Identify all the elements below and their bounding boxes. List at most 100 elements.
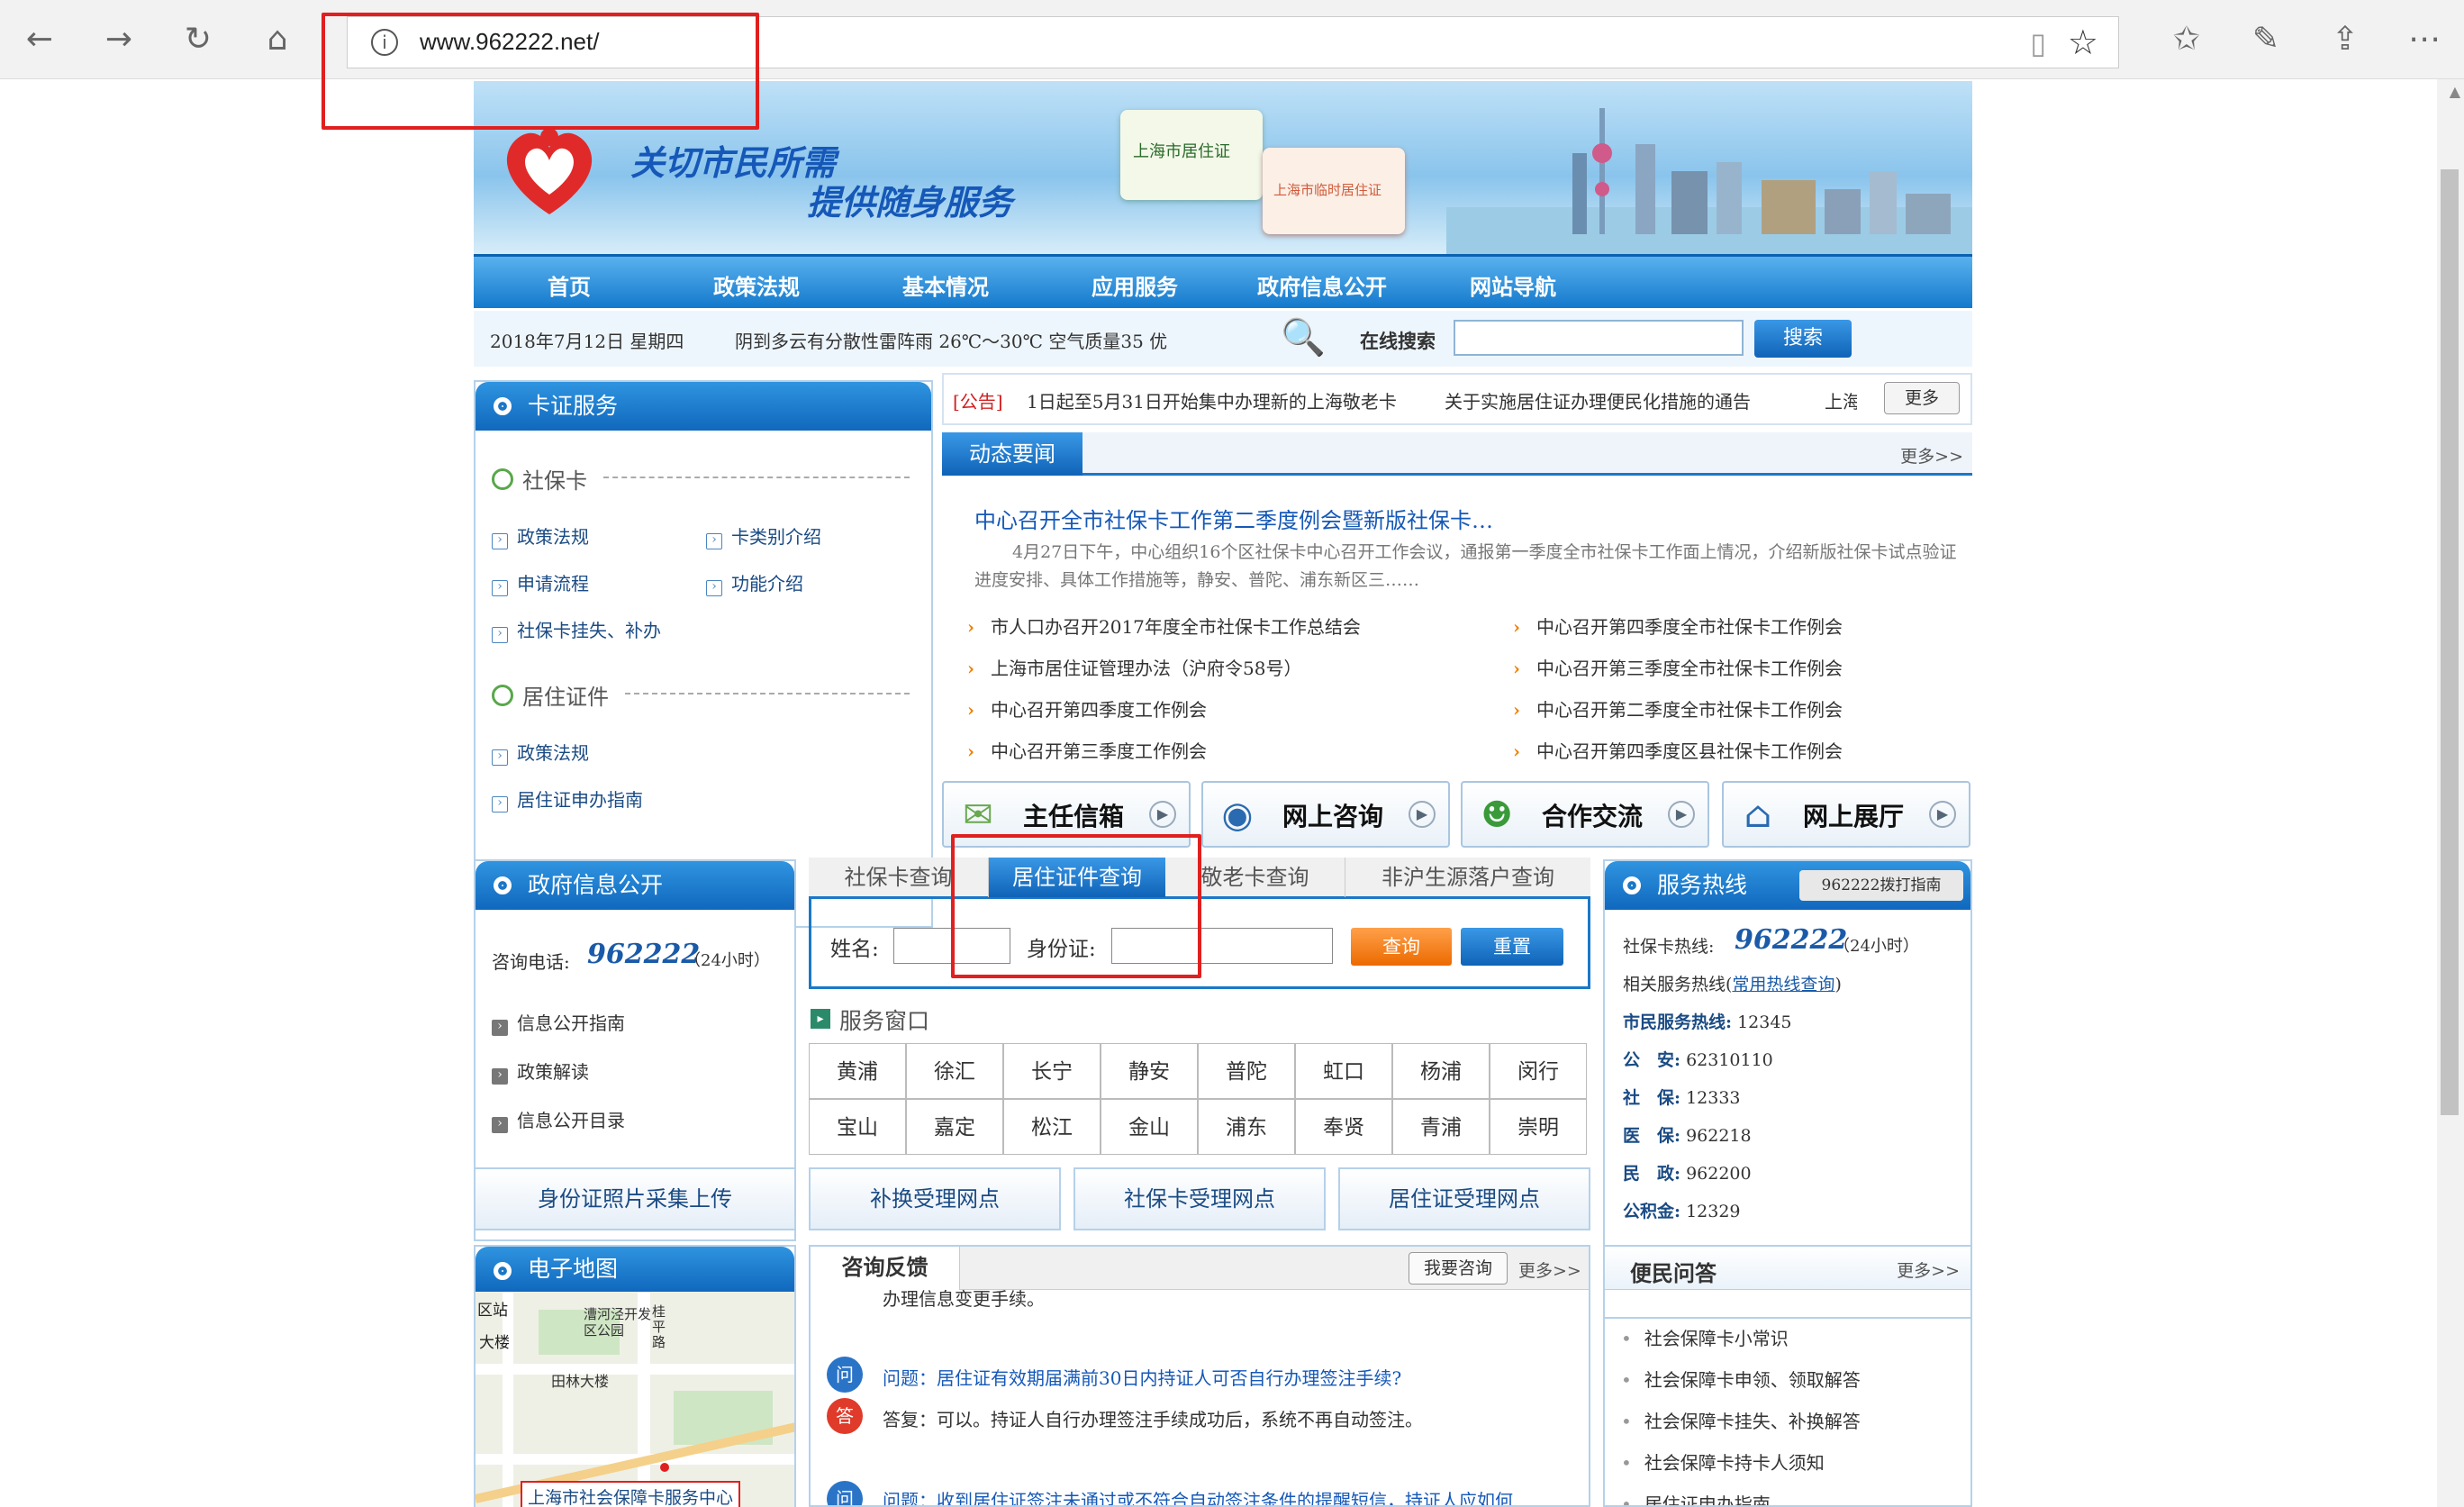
reading-view-icon[interactable]: ▯ (2030, 26, 2046, 60)
news-item[interactable]: 上海市居住证管理办法（沪府令58号） (967, 654, 1301, 680)
faq-item[interactable]: 社会保障卡挂失、补换解答 (1621, 1407, 1861, 1433)
nav-home[interactable]: 首页 (548, 269, 591, 301)
pen-icon[interactable]: ✎ (2241, 14, 2291, 65)
district-button[interactable]: 杨浦 (1392, 1043, 1490, 1099)
news-item[interactable]: 市人口办召开2017年度全市社保卡工作总结会 (967, 613, 1361, 639)
map-label: 桂平路 (652, 1303, 666, 1350)
news-headline[interactable]: 中心召开全市社保卡工作第二季度例会暨新版社保卡… (974, 503, 1493, 534)
news-item[interactable]: 中心召开第三季度工作例会 (967, 737, 1207, 763)
gov-info-header: 政府信息公开 (476, 861, 794, 910)
hotline-row: 市民服务热线: 12345 (1623, 1009, 1792, 1033)
id-photo-upload-button[interactable]: 身份证照片采集上传 (474, 1167, 796, 1230)
district-button[interactable]: 静安 (1101, 1043, 1198, 1099)
hotline-value: 962200 (1686, 1164, 1752, 1184)
info-guide-link[interactable]: 信息公开指南 (492, 1009, 625, 1036)
residence-outlets-button[interactable]: 居住证受理网点 (1338, 1167, 1590, 1230)
consult-tab[interactable]: 咨询反馈 (811, 1247, 960, 1290)
scrollbar-thumb[interactable] (2441, 169, 2459, 1115)
district-button[interactable]: 崇明 (1490, 1099, 1587, 1155)
faq-item[interactable]: 社会保障卡申领、领取解答 (1621, 1366, 1861, 1392)
nav-app-service[interactable]: 应用服务 (1092, 269, 1178, 301)
arrow-right-icon: ▶ (1668, 801, 1695, 828)
district-button[interactable]: 徐汇 (906, 1043, 1003, 1099)
site-search-button[interactable]: 搜索 (1754, 320, 1852, 358)
map-header: 电子地图 (476, 1247, 794, 1292)
news-item[interactable]: 中心召开第四季度全市社保卡工作例会 (1513, 613, 1843, 639)
hotline-guide-button[interactable]: 962222拨打指南 (1799, 870, 1963, 901)
faq-item[interactable]: 社会保障卡小常识 (1621, 1324, 1789, 1350)
question-text[interactable]: 问题：居住证有效期届满前30日内持证人可否自行办理签注手续? (883, 1364, 1401, 1390)
temp-residence-card-image: 上海市临时居住证 (1263, 148, 1405, 234)
favorites-list-icon[interactable]: ✩ (2161, 14, 2212, 65)
service-center-marker[interactable]: 上海市社会保障卡服务中心 (521, 1481, 741, 1507)
sc-loss-report-link[interactable]: 社保卡挂失、补办 (492, 616, 661, 643)
nav-gov-info[interactable]: 政府信息公开 (1257, 269, 1387, 301)
question-text[interactable]: 问题：收到居住证签注未通过或不符合自动签注条件的提醒短信，持证人应如何 (883, 1486, 1513, 1505)
faq-item[interactable]: 居住证申办指南 (1621, 1490, 1771, 1505)
policy-interpret-link[interactable]: 政策解读 (492, 1058, 589, 1085)
cooperation-button[interactable]: ☻ 合作交流 ▶ (1461, 781, 1709, 848)
site-search-input[interactable] (1454, 320, 1744, 356)
nav-policy[interactable]: 政策法规 (713, 269, 800, 301)
forward-icon[interactable]: → (94, 14, 144, 65)
online-consult-button[interactable]: ◉ 网上咨询 ▶ (1201, 781, 1450, 848)
sc-policy-link[interactable]: 政策法规 (492, 522, 589, 549)
share-icon[interactable]: ⇪ (2320, 14, 2370, 65)
more-menu-icon[interactable]: ⋯ (2399, 14, 2450, 65)
card-hotline-number: 962222 (1735, 924, 1848, 956)
ask-button[interactable]: 我要咨询 (1409, 1252, 1508, 1285)
favorite-star-icon[interactable]: ☆ (2068, 23, 2098, 62)
sc-apply-process-link[interactable]: 申请流程 (492, 569, 589, 596)
nav-site-guide[interactable]: 网站导航 (1470, 269, 1556, 301)
social-card-outlets-button[interactable]: 社保卡受理网点 (1073, 1167, 1326, 1230)
news-item[interactable]: 中心召开第二季度全市社保卡工作例会 (1513, 695, 1843, 722)
refresh-icon[interactable]: ↻ (173, 14, 223, 65)
faq-more-link[interactable]: 更多>> (1897, 1257, 1960, 1282)
consult-more-link[interactable]: 更多>> (1518, 1257, 1581, 1282)
hotline-label: 社 保: (1623, 1088, 1681, 1108)
news-item[interactable]: 中心召开第四季度工作例会 (967, 695, 1207, 722)
online-hall-button[interactable]: ⌂ 网上展厅 ▶ (1722, 781, 1970, 848)
district-button[interactable]: 宝山 (809, 1099, 906, 1155)
common-hotline-link[interactable]: 常用热线查询 (1732, 975, 1834, 994)
notice-item-3[interactable]: 上海 (1825, 387, 1857, 413)
district-button[interactable]: 嘉定 (906, 1099, 1003, 1155)
card-service-title: 卡证服务 (528, 393, 619, 419)
scroll-up-icon[interactable]: ▲ (2450, 83, 2460, 100)
district-button[interactable]: 青浦 (1392, 1099, 1490, 1155)
sc-card-types-link[interactable]: 卡类别介绍 (706, 522, 821, 549)
notice-item-2[interactable]: 关于实施居住证办理便民化措施的通告 (1445, 387, 1751, 413)
district-button[interactable]: 长宁 (1003, 1043, 1101, 1099)
faq-item[interactable]: 社会保障卡持卡人须知 (1621, 1448, 1825, 1475)
nav-basic-info[interactable]: 基本情况 (902, 269, 989, 301)
district-button[interactable]: 金山 (1101, 1099, 1198, 1155)
district-button[interactable]: 松江 (1003, 1099, 1101, 1155)
news-item[interactable]: 中心召开第四季度区县社保卡工作例会 (1513, 737, 1843, 763)
news-more-link[interactable]: 更多>> (1900, 443, 1963, 468)
notice-more-button[interactable]: 更多 (1884, 382, 1960, 414)
rc-guide-link[interactable]: 居住证申办指南 (492, 785, 643, 813)
notice-item-1[interactable]: 1日起至5月31日开始集中办理新的上海敬老卡 (1027, 387, 1397, 413)
reset-button[interactable]: 重置 (1461, 928, 1563, 966)
district-button[interactable]: 奉贤 (1295, 1099, 1392, 1155)
district-button[interactable]: 黄浦 (809, 1043, 906, 1099)
globe-icon: ◉ (1221, 794, 1254, 836)
district-button[interactable]: 普陀 (1198, 1043, 1295, 1099)
replacement-outlets-button[interactable]: 补换受理网点 (809, 1167, 1061, 1230)
district-button[interactable]: 虹口 (1295, 1043, 1392, 1099)
news-tab[interactable]: 动态要闻 (942, 432, 1083, 476)
back-icon[interactable]: ← (14, 14, 65, 65)
info-catalog-link[interactable]: 信息公开目录 (492, 1106, 625, 1133)
district-button[interactable]: 闵行 (1490, 1043, 1587, 1099)
sc-function-link[interactable]: 功能介绍 (706, 569, 803, 596)
rc-policy-link[interactable]: 政策法规 (492, 739, 589, 766)
consult-phone-note: （24小时） (684, 951, 770, 970)
consult-phone-label: 咨询电话: (492, 951, 570, 973)
query-button[interactable]: 查询 (1351, 928, 1452, 966)
gov-info-title: 政府信息公开 (528, 872, 664, 898)
vertical-scrollbar[interactable]: ▲ (2437, 79, 2464, 1507)
district-button[interactable]: 浦东 (1198, 1099, 1295, 1155)
news-item[interactable]: 中心召开第三季度全市社保卡工作例会 (1513, 654, 1843, 680)
tab-settlement-query[interactable]: 非沪生源落户查询 (1345, 858, 1590, 897)
home-icon[interactable]: ⌂ (252, 14, 303, 65)
